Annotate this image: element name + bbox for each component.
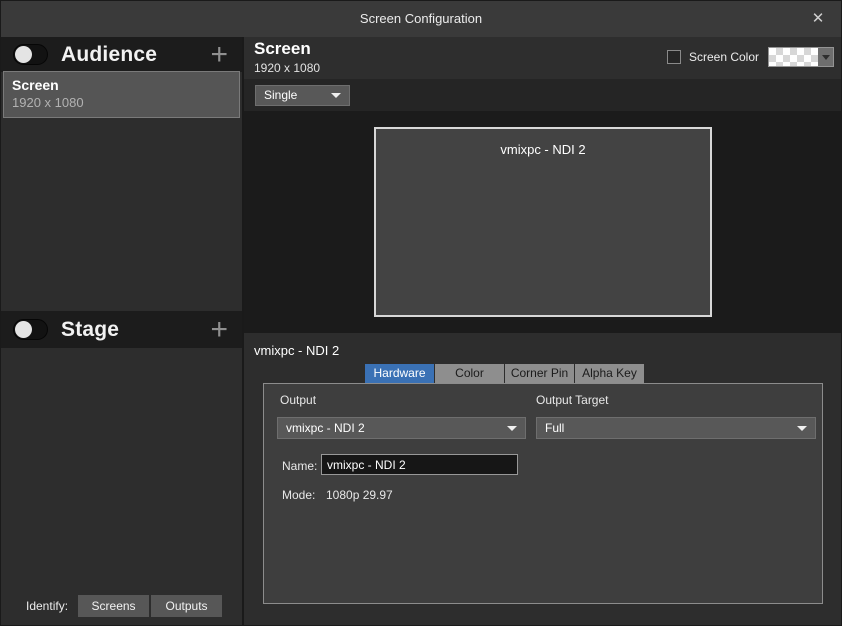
detail-tab-bar: Hardware Color Corner Pin Alpha Key bbox=[365, 364, 645, 383]
screen-preview-box[interactable]: vmixpc - NDI 2 bbox=[374, 127, 712, 317]
preview-area: vmixpc - NDI 2 bbox=[244, 111, 841, 333]
identify-screens-button[interactable]: Screens bbox=[78, 595, 149, 617]
output-detail-title: vmixpc - NDI 2 bbox=[254, 343, 339, 358]
mode-value: 1080p 29.97 bbox=[326, 488, 393, 502]
output-select-value: vmixpc - NDI 2 bbox=[286, 421, 365, 435]
name-label: Name: bbox=[282, 459, 317, 473]
name-field[interactable] bbox=[321, 454, 518, 475]
screen-color-group: Screen Color bbox=[667, 47, 834, 67]
output-target-select-value: Full bbox=[545, 421, 564, 435]
audience-label: Audience bbox=[61, 43, 157, 67]
stage-toggle-knob bbox=[15, 321, 32, 338]
chevron-down-icon bbox=[507, 426, 517, 431]
layout-row: Single bbox=[244, 79, 841, 111]
transparency-swatch bbox=[769, 48, 818, 66]
screen-color-label: Screen Color bbox=[689, 50, 759, 64]
preview-output-label: vmixpc - NDI 2 bbox=[500, 142, 585, 157]
tab-color[interactable]: Color bbox=[435, 364, 504, 383]
stage-section-header: Stage + bbox=[1, 311, 242, 348]
main-area: Screen 1920 x 1080 Screen Color Single v… bbox=[242, 37, 841, 625]
screen-title: Screen bbox=[254, 39, 311, 59]
output-select[interactable]: vmixpc - NDI 2 bbox=[277, 417, 526, 439]
layout-select[interactable]: Single bbox=[255, 85, 350, 106]
titlebar: Screen Configuration ✕ bbox=[1, 1, 841, 37]
chevron-down-icon bbox=[797, 426, 807, 431]
screen-color-dropdown[interactable] bbox=[768, 47, 834, 67]
screen-item-resolution: 1920 x 1080 bbox=[12, 95, 239, 110]
audience-section-header: Audience + bbox=[1, 37, 242, 72]
add-audience-screen-icon[interactable]: + bbox=[208, 42, 230, 68]
audience-toggle[interactable] bbox=[13, 44, 48, 65]
layout-select-value: Single bbox=[264, 88, 297, 102]
screen-header: Screen 1920 x 1080 Screen Color bbox=[244, 37, 841, 79]
output-detail-section: vmixpc - NDI 2 Hardware Color Corner Pin… bbox=[244, 333, 841, 625]
identify-label: Identify: bbox=[26, 599, 68, 613]
swatch-chevron-down-icon bbox=[818, 48, 833, 66]
sidebar-item-screen[interactable]: Screen 1920 x 1080 bbox=[3, 71, 240, 118]
stage-toggle[interactable] bbox=[13, 319, 48, 340]
tab-alpha-key[interactable]: Alpha Key bbox=[575, 364, 644, 383]
identify-outputs-button[interactable]: Outputs bbox=[151, 595, 222, 617]
chevron-down-icon bbox=[331, 93, 341, 98]
window-title: Screen Configuration bbox=[1, 1, 841, 37]
stage-label: Stage bbox=[61, 318, 119, 342]
output-target-label: Output Target bbox=[536, 393, 609, 407]
output-label: Output bbox=[280, 393, 316, 407]
identify-row: Identify: Screens Outputs bbox=[1, 594, 242, 617]
mode-label: Mode: bbox=[282, 488, 315, 502]
audience-toggle-knob bbox=[15, 46, 32, 63]
add-stage-screen-icon[interactable]: + bbox=[208, 317, 230, 343]
output-target-select[interactable]: Full bbox=[536, 417, 816, 439]
hardware-panel: Output vmixpc - NDI 2 Output Target Full… bbox=[263, 383, 823, 604]
screen-item-title: Screen bbox=[12, 77, 239, 93]
screen-color-checkbox[interactable] bbox=[667, 50, 681, 64]
tab-hardware[interactable]: Hardware bbox=[365, 364, 434, 383]
close-icon[interactable]: ✕ bbox=[801, 1, 835, 37]
screen-resolution: 1920 x 1080 bbox=[254, 61, 320, 75]
sidebar: Audience + Screen 1920 x 1080 Stage + Id… bbox=[1, 37, 242, 625]
tab-corner-pin[interactable]: Corner Pin bbox=[505, 364, 574, 383]
screen-configuration-window: Screen Configuration ✕ Audience + Screen… bbox=[0, 0, 842, 626]
